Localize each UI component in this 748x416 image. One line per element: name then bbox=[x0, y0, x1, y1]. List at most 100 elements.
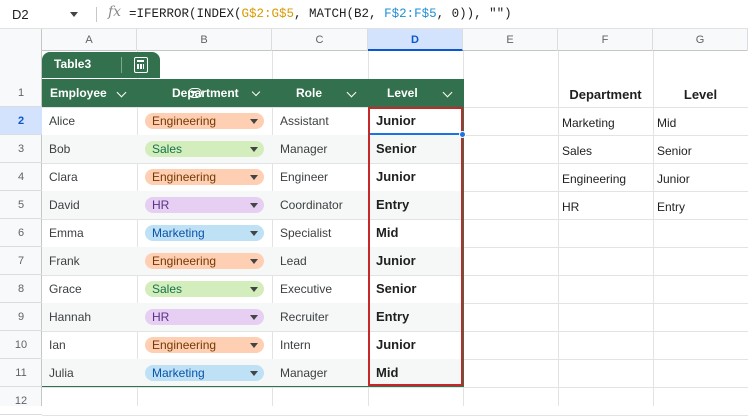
employee-cell[interactable]: Emma bbox=[49, 219, 84, 247]
department-dropdown-chip[interactable]: Engineering bbox=[145, 337, 264, 353]
table-name[interactable]: Table3 bbox=[54, 57, 91, 71]
select-all-corner[interactable] bbox=[0, 29, 42, 51]
chevron-down-icon[interactable] bbox=[70, 12, 78, 17]
chevron-down-icon[interactable] bbox=[442, 87, 453, 98]
row-header-9[interactable]: 9 bbox=[0, 303, 42, 331]
active-cell-border bbox=[370, 133, 462, 135]
dropdown-arrow-icon[interactable] bbox=[250, 259, 258, 264]
dropdown-arrow-icon[interactable] bbox=[250, 231, 258, 236]
row-header-bar: 1 2 3 4 5 6 7 8 9 10 11 12 bbox=[0, 51, 42, 415]
lookup-department-cell[interactable]: HR bbox=[558, 191, 653, 219]
formula-bar: D2 fx =IFERROR(INDEX(G$2:G$5, MATCH(B2, … bbox=[0, 0, 748, 29]
lookup-level-cell[interactable]: Junior bbox=[653, 163, 748, 191]
dropdown-arrow-icon[interactable] bbox=[250, 203, 258, 208]
role-cell[interactable]: Executive bbox=[280, 275, 332, 303]
lookup-level-cell[interactable]: Mid bbox=[653, 107, 748, 135]
column-header-d[interactable]: D bbox=[368, 29, 463, 51]
dropdown-arrow-icon[interactable] bbox=[250, 287, 258, 292]
department-label: HR bbox=[152, 310, 170, 324]
row-header-1[interactable]: 1 bbox=[0, 79, 42, 107]
employee-cell[interactable]: Clara bbox=[49, 163, 78, 191]
formula-input[interactable]: =IFERROR(INDEX(G$2:G$5, MATCH(B2, F$2:F$… bbox=[129, 7, 512, 21]
formula-token: F$2:F$5 bbox=[384, 7, 437, 21]
role-cell[interactable]: Recruiter bbox=[280, 303, 329, 331]
formula-token: , 0)), "") bbox=[436, 7, 512, 21]
dropdown-arrow-icon[interactable] bbox=[250, 315, 258, 320]
header-label: Level bbox=[387, 86, 418, 100]
grid-line bbox=[42, 387, 748, 388]
department-label: HR bbox=[152, 198, 170, 212]
row-header-5[interactable]: 5 bbox=[0, 191, 42, 219]
lookup-level-cell[interactable]: Senior bbox=[653, 135, 748, 163]
row-header-10[interactable]: 10 bbox=[0, 331, 42, 359]
row-header-4[interactable]: 4 bbox=[0, 163, 42, 191]
employee-cell[interactable]: Frank bbox=[49, 247, 80, 275]
department-label: Marketing bbox=[152, 366, 205, 380]
chevron-down-icon[interactable] bbox=[116, 87, 127, 98]
role-cell[interactable]: Coordinator bbox=[280, 191, 343, 219]
column-header-c[interactable]: C bbox=[272, 29, 368, 51]
dropdown-arrow-icon[interactable] bbox=[250, 175, 258, 180]
department-label: Engineering bbox=[152, 114, 217, 128]
department-dropdown-chip[interactable]: Sales bbox=[145, 281, 264, 297]
department-dropdown-chip[interactable]: Engineering bbox=[145, 113, 264, 129]
role-cell[interactable]: Assistant bbox=[280, 107, 329, 135]
employee-cell[interactable]: Alice bbox=[49, 107, 75, 135]
row-header-12[interactable]: 12 bbox=[0, 387, 42, 415]
dropdown-arrow-icon[interactable] bbox=[250, 343, 258, 348]
column-header-g[interactable]: G bbox=[653, 29, 748, 51]
role-cell[interactable]: Engineer bbox=[280, 163, 328, 191]
department-dropdown-chip[interactable]: Engineering bbox=[145, 253, 264, 269]
lookup-header-level[interactable]: Level bbox=[653, 79, 748, 107]
formula-token: G$2:G$5 bbox=[241, 7, 295, 21]
row-header-8[interactable]: 8 bbox=[0, 275, 42, 303]
employee-cell[interactable]: Grace bbox=[49, 275, 82, 303]
department-dropdown-chip[interactable]: HR bbox=[145, 197, 264, 213]
dropdown-arrow-icon[interactable] bbox=[250, 371, 258, 376]
header-label: Department bbox=[172, 86, 239, 100]
row-header-3[interactable]: 3 bbox=[0, 135, 42, 163]
lookup-department-cell[interactable]: Marketing bbox=[558, 107, 653, 135]
department-dropdown-chip[interactable]: Marketing bbox=[145, 225, 264, 241]
role-cell[interactable]: Specialist bbox=[280, 219, 331, 247]
department-label: Engineering bbox=[152, 338, 217, 352]
header-role[interactable]: Role bbox=[296, 79, 366, 107]
table-calculator-icon[interactable] bbox=[134, 57, 148, 73]
employee-cell[interactable]: Ian bbox=[49, 331, 66, 359]
highlight-box bbox=[368, 107, 463, 386]
role-cell[interactable]: Manager bbox=[280, 135, 327, 163]
column-header-a[interactable]: A bbox=[42, 29, 137, 51]
row-header-6[interactable]: 6 bbox=[0, 219, 42, 247]
department-dropdown-chip[interactable]: Marketing bbox=[145, 365, 264, 381]
header-level[interactable]: Level bbox=[387, 79, 462, 107]
role-cell[interactable]: Lead bbox=[280, 247, 307, 275]
employee-cell[interactable]: Hannah bbox=[49, 303, 91, 331]
dropdown-arrow-icon[interactable] bbox=[250, 147, 258, 152]
column-header-e[interactable]: E bbox=[463, 29, 558, 51]
employee-cell[interactable]: Bob bbox=[49, 135, 70, 163]
row-header-11[interactable]: 11 bbox=[0, 359, 42, 387]
department-dropdown-chip[interactable]: Engineering bbox=[145, 169, 264, 185]
lookup-department-cell[interactable]: Engineering bbox=[558, 163, 653, 191]
department-label: Sales bbox=[152, 142, 183, 156]
role-cell[interactable]: Intern bbox=[280, 331, 311, 359]
department-dropdown-chip[interactable]: HR bbox=[145, 309, 264, 325]
dropdown-arrow-icon[interactable] bbox=[250, 119, 258, 124]
lookup-department-cell[interactable]: Sales bbox=[558, 135, 653, 163]
row-header-7[interactable]: 7 bbox=[0, 247, 42, 275]
department-label: Engineering bbox=[152, 170, 217, 184]
lookup-header-department[interactable]: Department bbox=[558, 79, 653, 107]
chevron-down-icon[interactable] bbox=[346, 87, 357, 98]
column-header-b[interactable]: B bbox=[137, 29, 272, 51]
role-cell[interactable]: Manager bbox=[280, 359, 327, 387]
column-header-f[interactable]: F bbox=[558, 29, 653, 51]
header-employee[interactable]: Employee bbox=[50, 79, 135, 107]
row-header-2[interactable]: 2 bbox=[0, 107, 42, 135]
employee-cell[interactable]: Julia bbox=[49, 359, 74, 387]
department-dropdown-chip[interactable]: Sales bbox=[145, 141, 264, 157]
lookup-level-cell[interactable]: Entry bbox=[653, 191, 748, 219]
employee-cell[interactable]: David bbox=[49, 191, 80, 219]
column-header-bar: ABCDEFG bbox=[0, 29, 748, 51]
fill-handle[interactable] bbox=[459, 131, 466, 138]
name-box[interactable]: D2 bbox=[0, 0, 96, 29]
